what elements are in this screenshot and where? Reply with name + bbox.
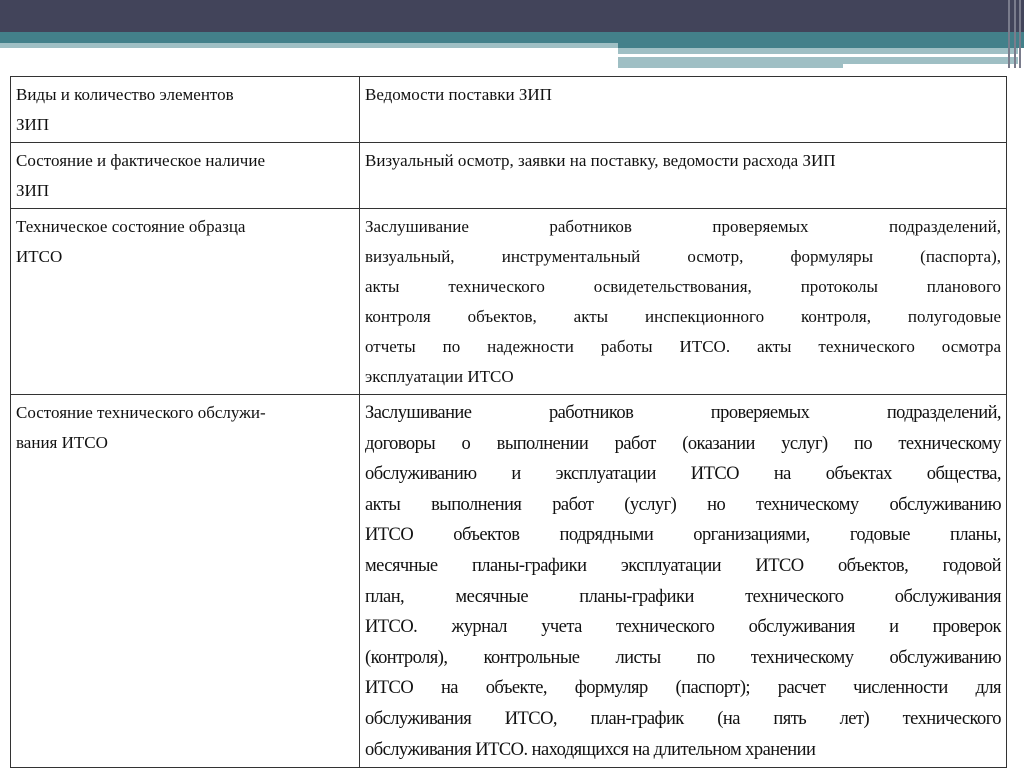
header-light-strip [0,43,618,48]
table-row: Виды и количество элементов ЗИП Ведомости … [10,76,1007,143]
text-line: акты технического освидетельствования, п… [365,277,1001,296]
parameter-cell: Состояние и фактическое наличие ЗИП [10,142,360,209]
text-line: акты выполнения работ (услуг) но техниче… [365,494,1002,515]
text-line: Заслушивание работников проверяемых подр… [365,217,1001,236]
text-line: вания ИТСО [16,433,108,452]
source-documents-cell: Заслушивание работников проверяемых подр… [359,393,1007,768]
text-line: эксплуатации ИТСО [365,367,514,386]
text-line: месячные планы-графики эксплуатации ИТСО… [365,555,1002,576]
table-row: Состояние технического обслужи-вания ИТС… [10,393,1007,768]
text-line: обслуживанию и эксплуатации ИТСО на объе… [365,464,1002,485]
source-documents-cell: Ведомости поставки ЗИП [359,76,1007,143]
text-line: обслуживания ИТСО. находящихся на длител… [365,739,816,760]
text-line: обслуживания ИТСО, план-график (на пять … [365,708,1002,729]
source-documents-cell: Визуальный осмотр, заявки на поставку, в… [359,142,1007,209]
text-line: Заслушивание работников проверяемых подр… [365,403,1002,423]
text-line: отчеты по надежности работы ИТСО. акты т… [365,337,1001,356]
header-dark-band [0,0,1024,32]
text-line: ИТСО на объекте, формуляр (паспорт); рас… [365,678,1002,699]
text-line: контроля объектов, акты инспекционного к… [365,307,1001,326]
parameter-cell: Состояние технического обслужи-вания ИТС… [10,393,360,768]
text-line: ИТСО [16,247,63,266]
text-line: Состояние и фактическое наличие [16,151,265,170]
text-line: договоры о выполнении работ (оказании ус… [365,433,1002,454]
text-line: Состояние технического обслужи- [16,403,266,422]
text-line: ИТСО объектов подрядными организациями, … [365,525,1002,546]
text-line: ЗИП [16,181,50,200]
text-line: Визуальный осмотр, заявки на поставку, в… [365,151,836,170]
header-edge-line [1008,0,1010,68]
header-edge-line [1019,0,1021,68]
table-row: Техническое состояние образца ИТСО Заслуши… [10,208,1007,395]
text-line: (контроля), контрольные листы по техниче… [365,647,1002,668]
text-line: Техническое состояние образца [16,217,246,236]
parameter-cell: Техническое состояние образца ИТСО [10,208,360,395]
header-accent-gap [843,64,1024,69]
text-line: ЗИП [16,115,50,134]
text-line: Виды и количество элементов [16,85,234,104]
document-table: Виды и количество элементов ЗИП Ведомости … [10,76,1007,768]
text-line: ИТСО. журнал учета технического обслужив… [365,617,1002,638]
source-documents-cell: Заслушивание работников проверяемых подр… [359,208,1007,395]
text-line: Ведомости поставки ЗИП [365,85,552,104]
parameter-cell: Виды и количество элементов ЗИП [10,76,360,143]
text-line: визуальный, инструментальный осмотр, фор… [365,247,1001,266]
header-edge-line [1014,0,1016,68]
table-row: Состояние и фактическое наличие ЗИП Визуал… [10,142,1007,209]
text-line: план, месячные планы-графики техническог… [365,586,1002,607]
